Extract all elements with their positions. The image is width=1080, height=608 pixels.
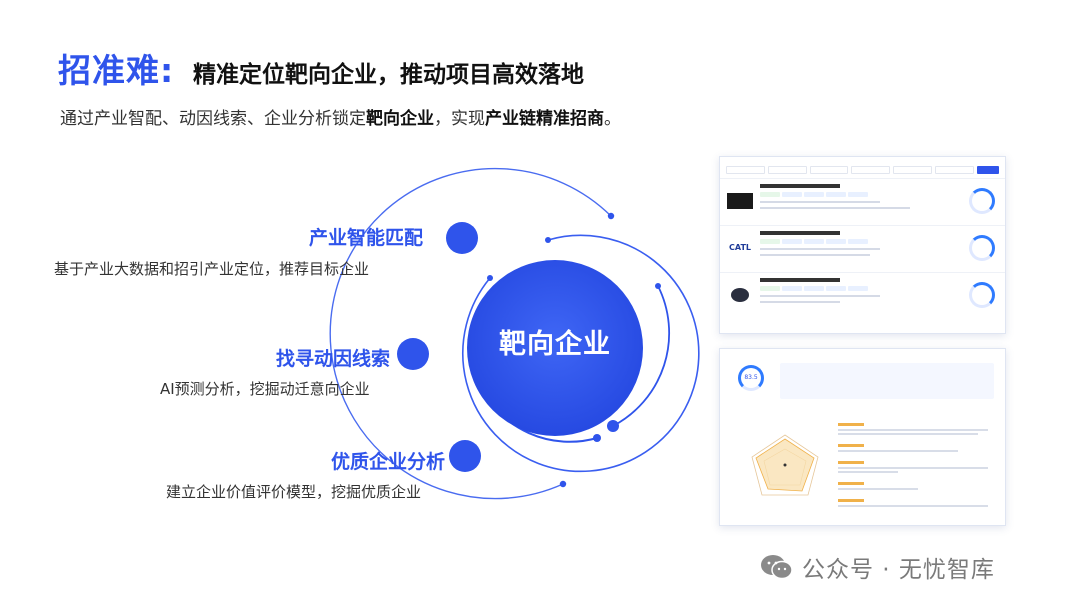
company-name — [760, 184, 840, 188]
radar-chart — [751, 434, 819, 496]
info-lines — [760, 248, 880, 260]
dot-a — [607, 212, 615, 220]
dot-c — [487, 275, 493, 281]
analysis-lines — [838, 423, 998, 516]
feature-1-desc: 基于产业大数据和招引产业定位，推荐目标企业 — [54, 260, 370, 278]
company-logo — [731, 288, 749, 302]
dot-d — [655, 283, 661, 289]
company-name — [760, 278, 840, 282]
company-name — [760, 231, 840, 235]
info-lines — [760, 201, 910, 213]
wechat-icon — [761, 555, 793, 580]
company-logo: CATL — [729, 243, 751, 252]
tag-group — [760, 192, 868, 197]
filter-field — [726, 166, 765, 174]
watermark: 公众号 · 无忧智库 — [760, 550, 995, 584]
feature-3-desc: 建立企业价值评价模型，挖掘优质企业 — [166, 483, 422, 501]
node-2 — [397, 338, 429, 370]
company-logo — [727, 193, 753, 209]
score-ring: 83.5 — [738, 365, 764, 391]
info-lines — [760, 295, 880, 307]
filter-field — [851, 166, 891, 174]
dot-f — [607, 420, 619, 432]
feature-2-desc: AI预测分析，挖掘动迁意向企业 — [160, 380, 370, 398]
score-ring — [969, 282, 995, 308]
tag-group — [760, 239, 868, 244]
watermark-text: 公众号 · 无忧智库 — [802, 557, 995, 583]
feature-3-title: 优质企业分析 — [331, 451, 446, 473]
node-3 — [449, 440, 481, 472]
dot-e — [559, 480, 567, 488]
list-item — [720, 272, 1005, 319]
filter-field — [935, 166, 974, 174]
filter-field — [767, 166, 807, 174]
feature-2-title: 找寻动因线索 — [276, 348, 391, 370]
enterprise-list-screenshot: CATL — [719, 156, 1006, 334]
filter-field — [893, 166, 933, 174]
score-ring — [969, 235, 995, 261]
summary-panel — [780, 363, 994, 399]
enterprise-analysis-screenshot: 83.5 — [719, 348, 1006, 526]
filter-button — [976, 166, 999, 174]
node-1 — [446, 222, 478, 254]
tag-group — [760, 286, 868, 291]
core-label: 靶向企业 — [499, 329, 611, 360]
list-item — [720, 178, 1005, 225]
feature-1-title: 产业智能匹配 — [309, 227, 424, 249]
list-item: CATL — [720, 225, 1005, 272]
filter-bar — [720, 164, 1005, 178]
score-ring — [969, 188, 995, 214]
dot-g — [593, 434, 601, 442]
card-header — [720, 349, 1005, 356]
dot-b — [545, 237, 551, 243]
filter-field — [809, 166, 849, 174]
card-header — [720, 157, 1005, 164]
